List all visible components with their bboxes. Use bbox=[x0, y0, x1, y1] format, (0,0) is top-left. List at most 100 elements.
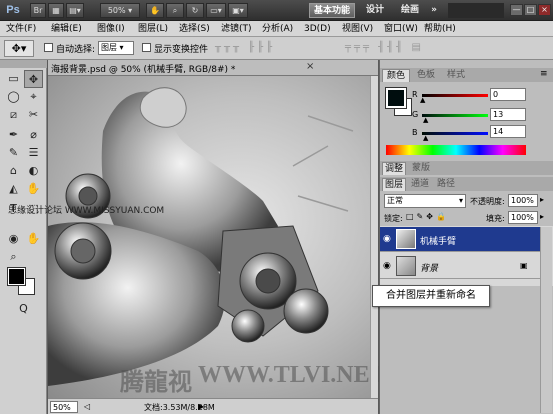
panel-menu-icon[interactable]: ≡ bbox=[540, 69, 548, 79]
history-brush-tool-icon[interactable]: ⌂ bbox=[4, 162, 23, 180]
r-slider-thumb[interactable]: ▲ bbox=[420, 96, 425, 104]
menu-filter[interactable]: 滤镜(T) bbox=[221, 22, 252, 36]
canvas[interactable]: 思缘设计论坛 WWW.MISSYUAN.COM 腾龍视 WWW.TLVI.NET bbox=[8, 76, 386, 398]
zoom-level-label: 50% bbox=[107, 6, 126, 15]
tab-layers[interactable]: 图层 bbox=[382, 178, 406, 191]
search-box[interactable] bbox=[448, 3, 504, 18]
opacity-field[interactable]: 100% bbox=[508, 194, 538, 207]
menu-select[interactable]: 选择(S) bbox=[179, 22, 210, 36]
menu-analysis[interactable]: 分析(A) bbox=[262, 22, 293, 36]
color-spectrum-bar[interactable] bbox=[386, 145, 526, 155]
show-transform-checkbox[interactable] bbox=[142, 43, 151, 52]
rotate-view-button[interactable]: ↻ bbox=[186, 3, 204, 18]
menu-layer[interactable]: 图层(L) bbox=[138, 22, 168, 36]
screen-mode-button[interactable]: ▣▾ bbox=[228, 3, 248, 18]
g-value-field[interactable]: 13 bbox=[490, 108, 526, 121]
status-bar: 50% ◁ 文档:3.53M/8.28M ▶ bbox=[48, 398, 378, 414]
view-extras-button[interactable]: ▤▾ bbox=[66, 3, 84, 18]
zoom-level-dropdown[interactable]: 50% ▾ bbox=[100, 3, 140, 18]
marquee-tool-icon[interactable]: ▭ bbox=[4, 70, 23, 88]
status-info-arrow[interactable]: ▶ bbox=[198, 402, 204, 411]
tab-styles[interactable]: 样式 bbox=[442, 69, 470, 82]
document-close-icon[interactable]: × bbox=[306, 61, 314, 72]
clone-stamp-tool-icon[interactable]: ☰ bbox=[24, 144, 43, 162]
zoom-tool-icon[interactable]: ⌕ bbox=[4, 248, 23, 266]
layer-name[interactable]: 机械手臂 bbox=[420, 234, 456, 247]
healing-brush-tool-icon[interactable]: ⌀ bbox=[24, 126, 43, 144]
layer-visibility-eye-icon[interactable]: ◉ bbox=[383, 261, 391, 271]
b-slider-thumb[interactable]: ▲ bbox=[423, 134, 428, 142]
b-value-field[interactable]: 14 bbox=[490, 125, 526, 138]
eyedropper-tool-icon[interactable]: ✒ bbox=[4, 126, 23, 144]
blend-mode-dropdown[interactable]: 正常 ▾ bbox=[384, 194, 466, 208]
3d-rotate-tool-icon[interactable]: ◉ bbox=[4, 230, 23, 248]
layer-row-mechanical-arm[interactable]: ◉ 机械手臂 bbox=[380, 227, 540, 252]
vertical-scrollbar[interactable] bbox=[370, 76, 378, 398]
status-zoom-field[interactable]: 50% bbox=[50, 401, 78, 413]
workspace-essentials[interactable]: 基本功能 bbox=[309, 3, 355, 18]
watermark-bottom-prefix: 腾龍视 bbox=[120, 370, 192, 396]
gradient-tool-icon[interactable]: ◭ bbox=[4, 180, 23, 198]
crop-tool-icon[interactable]: ⧄ bbox=[4, 106, 23, 124]
quick-select-tool-icon[interactable]: ⌖ bbox=[24, 88, 43, 106]
layer-name[interactable]: 背景 bbox=[420, 261, 438, 274]
arrange-documents-button[interactable]: ▭▾ bbox=[206, 3, 226, 18]
minibridge-button[interactable]: ▦ bbox=[48, 3, 64, 18]
zoom-tool-button[interactable]: ⌕ bbox=[166, 3, 184, 18]
layer-row-background[interactable]: ◉ 背景 ▣ bbox=[380, 254, 540, 279]
menu-view[interactable]: 视图(V) bbox=[342, 22, 373, 36]
foreground-color-swatch[interactable] bbox=[7, 267, 26, 286]
quick-mask-icon[interactable]: Q bbox=[14, 300, 33, 318]
menu-window[interactable]: 窗口(W) bbox=[384, 22, 418, 36]
tool-preset-picker[interactable]: ✥▾ bbox=[4, 40, 34, 57]
auto-select-checkbox[interactable] bbox=[44, 43, 53, 52]
tab-paths[interactable]: 路径 bbox=[434, 178, 458, 191]
doc-info[interactable]: 文档:3.53M/8.28M bbox=[144, 402, 215, 413]
eraser-tool-icon[interactable]: ◐ bbox=[24, 162, 43, 180]
options-bar: ✥▾ 自动选择: 图层 ▾ 显示变换控件 ╥╥╥ ╟╟╟ ╤╤╤ ╢╢╢ ▤ bbox=[0, 37, 553, 60]
workspace-design[interactable]: 设计 bbox=[361, 3, 389, 18]
menu-edit[interactable]: 编辑(E) bbox=[51, 22, 82, 36]
lasso-tool-icon[interactable]: ◯ bbox=[4, 88, 23, 106]
layers-scrollbar[interactable] bbox=[540, 227, 552, 413]
menu-file[interactable]: 文件(F) bbox=[6, 22, 36, 36]
tutorial-callout: 合并图层并重新命名 bbox=[372, 285, 490, 307]
tab-channels[interactable]: 通道 bbox=[408, 178, 432, 191]
document-tab[interactable]: 海报背景.psd @ 50% (机械手臂, RGB/8#) * × bbox=[48, 60, 378, 76]
hand-tool-button[interactable]: ✋ bbox=[146, 3, 164, 18]
b-label: B bbox=[412, 128, 418, 137]
blur-tool-icon[interactable]: ✋ bbox=[24, 180, 43, 198]
slice-tool-icon[interactable]: ✂ bbox=[24, 106, 43, 124]
workspace-painting[interactable]: 绘画 bbox=[396, 3, 424, 18]
opacity-label: 不透明度: bbox=[470, 197, 505, 206]
close-button[interactable]: × bbox=[538, 4, 551, 16]
move-tool-icon[interactable]: ✥ bbox=[24, 70, 43, 88]
fill-dropdown-icon[interactable]: ▸ bbox=[540, 212, 544, 221]
tab-swatches[interactable]: 色板 bbox=[412, 69, 440, 82]
r-slider[interactable] bbox=[422, 94, 488, 97]
more-workspaces[interactable]: » bbox=[428, 3, 440, 18]
maximize-button[interactable]: □ bbox=[524, 4, 537, 16]
r-value-field[interactable]: 0 bbox=[490, 88, 526, 101]
auto-select-target-dropdown[interactable]: 图层 ▾ bbox=[98, 41, 134, 55]
lock-icons[interactable]: □✎✥🔒 bbox=[406, 212, 449, 221]
brush-tool-icon[interactable]: ✎ bbox=[4, 144, 23, 162]
menu-image[interactable]: 图像(I) bbox=[97, 22, 125, 36]
color-foreground-swatch[interactable] bbox=[385, 87, 407, 109]
b-slider[interactable] bbox=[422, 132, 488, 135]
fill-field[interactable]: 100% bbox=[508, 211, 538, 224]
status-scroll-left[interactable]: ◁ bbox=[84, 402, 90, 411]
layer-visibility-eye-icon[interactable]: ◉ bbox=[383, 234, 391, 244]
tab-masks[interactable]: 蒙版 bbox=[408, 162, 434, 175]
tab-color[interactable]: 颜色 bbox=[382, 69, 410, 82]
bridge-button[interactable]: Br bbox=[30, 3, 46, 18]
tab-adjustments[interactable]: 调整 bbox=[382, 162, 406, 175]
minimize-button[interactable]: — bbox=[510, 4, 523, 16]
g-slider[interactable] bbox=[422, 114, 488, 117]
g-slider-thumb[interactable]: ▲ bbox=[423, 116, 428, 124]
hand-tool-icon[interactable]: ✋ bbox=[24, 230, 43, 248]
menu-help[interactable]: 帮助(H) bbox=[424, 22, 456, 36]
menu-3d[interactable]: 3D(D) bbox=[304, 22, 331, 36]
toolbox-header[interactable] bbox=[0, 60, 47, 68]
opacity-dropdown-icon[interactable]: ▸ bbox=[540, 195, 544, 204]
